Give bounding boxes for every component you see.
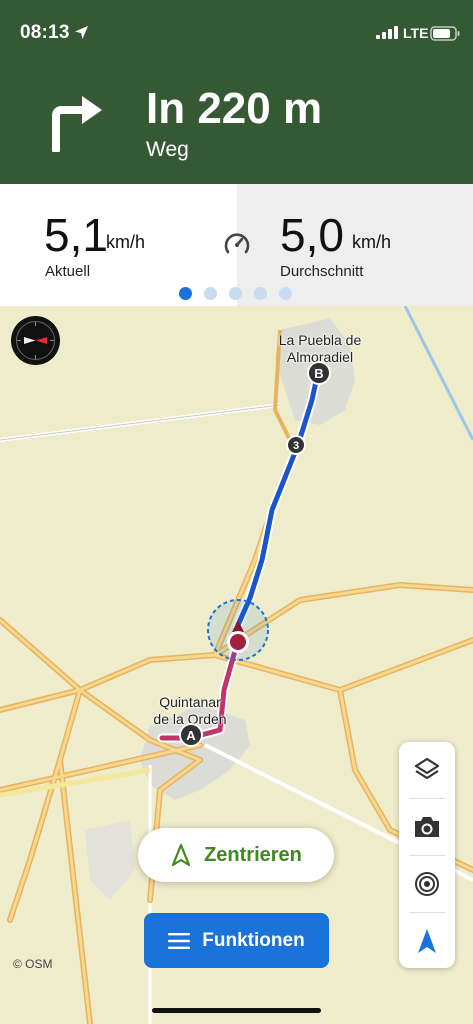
menu-icon [168, 932, 191, 949]
average-speed-value: 5,0 [280, 209, 344, 261]
recenter-button[interactable]: Zentrieren [138, 828, 334, 882]
destination-marker-icon[interactable]: B [306, 360, 332, 386]
status-time: 08:13 [20, 22, 70, 43]
battery-icon [430, 26, 460, 41]
street-name: Weg [146, 138, 189, 161]
network-type: LTE [403, 25, 429, 41]
layers-button[interactable] [399, 742, 455, 798]
home-indicator[interactable] [152, 1008, 321, 1013]
current-speed-unit: km/h [106, 232, 146, 252]
average-speed-unit: km/h [352, 232, 392, 252]
svg-text:B: B [314, 366, 323, 381]
start-marker-icon[interactable]: A [178, 722, 204, 748]
page-dot[interactable] [279, 287, 292, 300]
compass-icon [16, 321, 55, 360]
maneuver-distance: In 220 m [146, 84, 323, 133]
page-dot[interactable] [204, 287, 217, 300]
navigation-arrow-icon [418, 929, 436, 953]
waypoint-marker-icon[interactable]: 3 [285, 434, 307, 456]
functions-button[interactable]: Funktionen [144, 913, 329, 968]
camera-button[interactable] [399, 799, 455, 855]
speedometer-icon [224, 233, 250, 254]
camera-icon [415, 817, 439, 837]
current-speed-value: 5,1 [44, 209, 108, 261]
recenter-label: Zentrieren [204, 843, 302, 866]
functions-label: Funktionen [202, 929, 305, 951]
broadcast-button[interactable] [399, 856, 455, 912]
current-speed-label: Aktuell [45, 263, 91, 280]
page-dot[interactable] [254, 287, 267, 300]
page-indicator[interactable] [179, 287, 292, 300]
navigation-header: 08:13 LTE In 220 m Weg [0, 0, 473, 184]
page-dot[interactable] [179, 287, 192, 300]
turn-right-arrow-icon [52, 96, 102, 152]
layers-icon [414, 757, 440, 780]
navigation-arrow-outline-icon [171, 843, 191, 867]
map-attribution[interactable]: © OSM [13, 957, 53, 971]
location-arrow-icon [75, 26, 88, 39]
compass-button[interactable] [11, 316, 60, 365]
current-position-icon [227, 620, 249, 653]
status-bar: 08:13 LTE [0, 0, 473, 60]
svg-text:3: 3 [293, 440, 299, 452]
navigation-mode-button[interactable] [399, 913, 455, 969]
page-dot[interactable] [229, 287, 242, 300]
signal-strength-icon [376, 26, 398, 39]
broadcast-icon [415, 872, 439, 896]
map-tools-panel [399, 742, 455, 968]
svg-text:A: A [186, 728, 196, 743]
average-speed-label: Durchschnitt [280, 263, 364, 280]
